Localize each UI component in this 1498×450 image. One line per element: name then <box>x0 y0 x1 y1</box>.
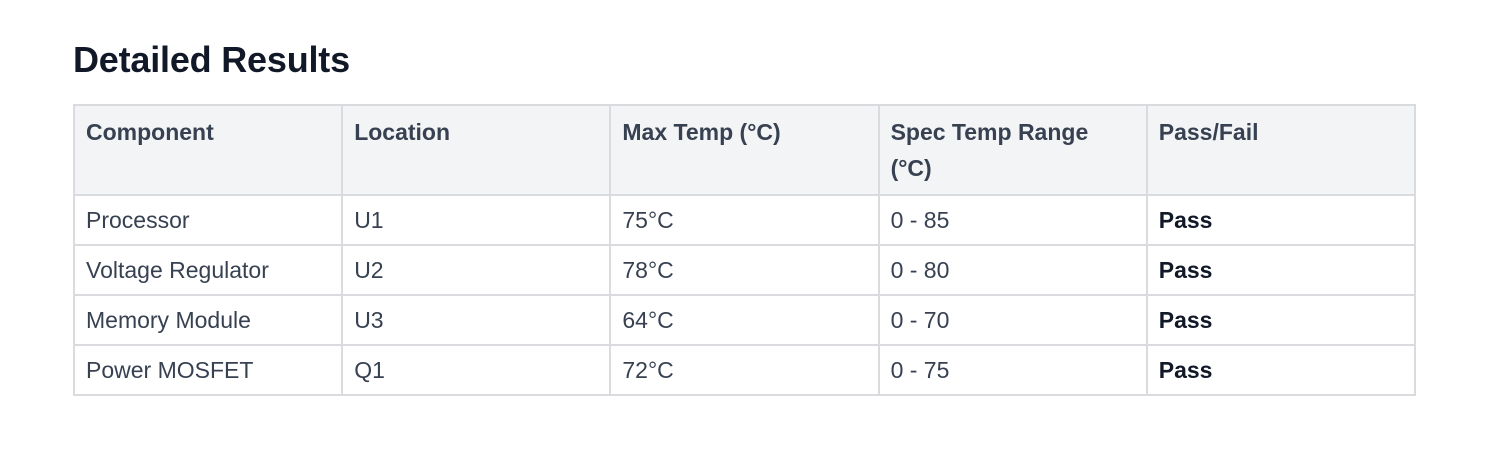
cell-spec-temp-range: 0 - 75 <box>877 344 1148 396</box>
cell-pass-fail: Pass <box>1145 294 1417 346</box>
cell-location: U2 <box>341 244 612 296</box>
cell-location: U1 <box>341 194 612 246</box>
header-location: Location <box>341 104 612 196</box>
detailed-results-section: Detailed Results Component Location Max … <box>72 36 1417 396</box>
cell-spec-temp-range: 0 - 85 <box>877 194 1148 246</box>
cell-pass-fail: Pass <box>1145 194 1417 246</box>
cell-component: Voltage Regulator <box>72 244 344 296</box>
cell-location: U3 <box>341 294 612 346</box>
section-title: Detailed Results <box>73 39 350 80</box>
cell-max-temp: 78°C <box>609 244 880 296</box>
cell-pass-fail: Pass <box>1145 344 1417 396</box>
cell-spec-temp-range: 0 - 70 <box>877 294 1148 346</box>
header-spec-temp-range: Spec Temp Range (°C) <box>877 104 1148 196</box>
cell-component: Power MOSFET <box>72 344 344 396</box>
cell-component: Memory Module <box>72 294 344 346</box>
table-row: Processor U1 75°C 0 - 85 Pass <box>72 194 1417 246</box>
table-row: Power MOSFET Q1 72°C 0 - 75 Pass <box>72 344 1417 396</box>
table-row: Memory Module U3 64°C 0 - 70 Pass <box>72 294 1417 346</box>
results-table: Component Location Max Temp (°C) Spec Te… <box>72 104 1417 396</box>
header-max-temp: Max Temp (°C) <box>609 104 880 196</box>
cell-location: Q1 <box>341 344 612 396</box>
table-header: Component Location Max Temp (°C) Spec Te… <box>72 104 1417 196</box>
header-pass-fail: Pass/Fail <box>1145 104 1417 196</box>
cell-component: Processor <box>72 194 344 246</box>
cell-max-temp: 72°C <box>609 344 880 396</box>
header-component: Component <box>72 104 344 196</box>
table-body: Processor U1 75°C 0 - 85 Pass Voltage Re… <box>72 194 1417 396</box>
header-row: Component Location Max Temp (°C) Spec Te… <box>72 104 1417 196</box>
table-row: Voltage Regulator U2 78°C 0 - 80 Pass <box>72 244 1417 296</box>
cell-max-temp: 75°C <box>609 194 880 246</box>
cell-spec-temp-range: 0 - 80 <box>877 244 1148 296</box>
cell-pass-fail: Pass <box>1145 244 1417 296</box>
cell-max-temp: 64°C <box>609 294 880 346</box>
